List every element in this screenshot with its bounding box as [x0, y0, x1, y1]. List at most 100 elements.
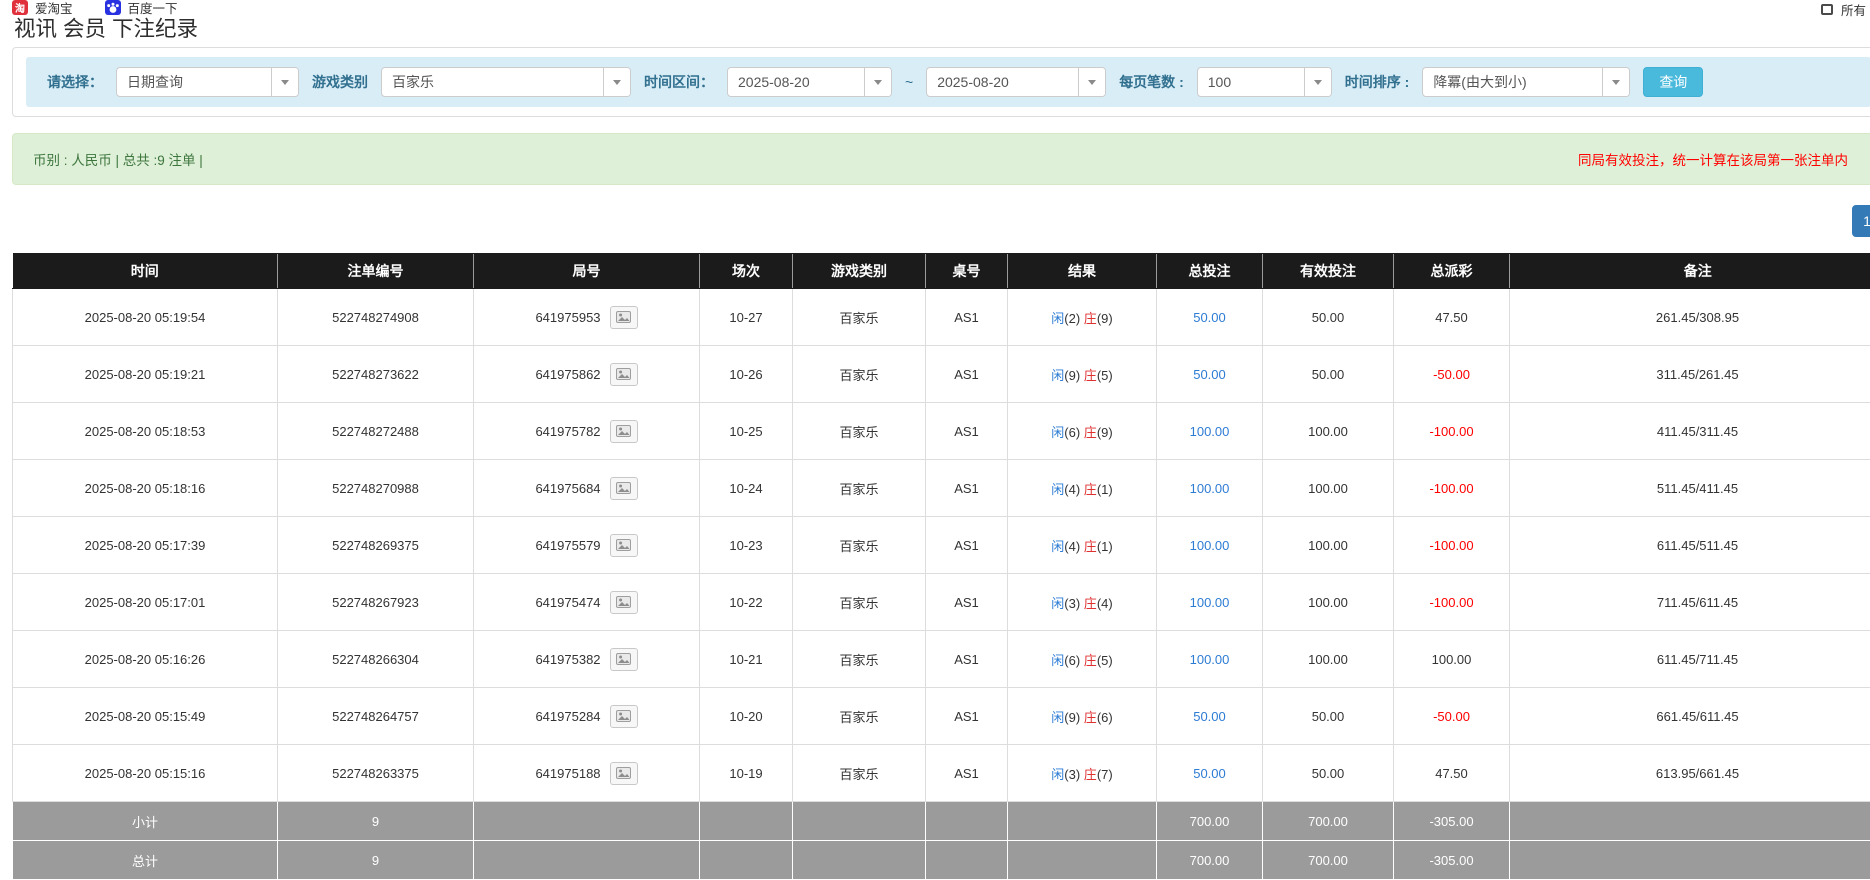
result-banker-points: (6)	[1097, 710, 1113, 725]
page-size-select[interactable]: 100	[1197, 67, 1332, 97]
cell-round: 641975474	[474, 574, 700, 631]
cell-session: 10-23	[700, 517, 793, 574]
cell-payout: 100.00	[1394, 631, 1510, 688]
video-replay-icon[interactable]	[610, 306, 638, 329]
cell-note: 261.45/308.95	[1510, 289, 1870, 346]
table-row: 2025-08-20 05:18:16522748270988641975684…	[13, 460, 1870, 517]
cell-round: 641975382	[474, 631, 700, 688]
table-row: 2025-08-20 05:19:54522748274908641975953…	[13, 289, 1870, 346]
chevron-down-icon	[1078, 68, 1105, 96]
search-button[interactable]: 查询	[1643, 67, 1703, 97]
video-replay-icon[interactable]	[610, 477, 638, 500]
result-banker: 庄	[1084, 767, 1097, 782]
cell-result: 闲(4) 庄(1)	[1008, 517, 1157, 574]
sort-order-label: 时间排序 :	[1345, 72, 1410, 92]
bookmarks-bar: 淘 爱淘宝 百度一下 所有	[12, 0, 1870, 17]
result-banker: 庄	[1084, 653, 1097, 668]
same-round-notice-text: 同局有效投注，统一计算在该局第一张注单内	[1578, 149, 1848, 169]
video-replay-icon[interactable]	[610, 591, 638, 614]
cell-table-no: AS1	[926, 574, 1008, 631]
chevron-down-icon	[1602, 68, 1629, 96]
cell-bet-id: 522748264757	[278, 688, 474, 745]
table-row: 2025-08-20 05:16:26522748266304641975382…	[13, 631, 1870, 688]
cell-payout: -50.00	[1394, 346, 1510, 403]
result-banker: 庄	[1084, 482, 1097, 497]
page-1-button[interactable]: 1	[1852, 205, 1870, 237]
cell-valid-bet: 50.00	[1263, 346, 1394, 403]
date-from-select[interactable]: 2025-08-20	[727, 67, 892, 97]
cell-session: 10-20	[700, 688, 793, 745]
cell-round: 641975579	[474, 517, 700, 574]
video-replay-icon[interactable]	[610, 762, 638, 785]
table-row: 2025-08-20 05:15:49522748264757641975284…	[13, 688, 1870, 745]
result-banker-points: (9)	[1097, 425, 1113, 440]
cell-session: 10-21	[700, 631, 793, 688]
cell-bet-id: 522748272488	[278, 403, 474, 460]
cell-bet-id: 522748270988	[278, 460, 474, 517]
table-body: 2025-08-20 05:19:54522748274908641975953…	[13, 289, 1870, 802]
cell-valid-bet: 50.00	[1263, 688, 1394, 745]
round-number: 641975953	[535, 310, 600, 325]
cell-bet-id: 522748263375	[278, 745, 474, 802]
cell-payout: -50.00	[1394, 688, 1510, 745]
cell-time: 2025-08-20 05:15:49	[13, 688, 278, 745]
total-bet-link[interactable]: 50.00	[1193, 367, 1226, 382]
cell-total-bet: 100.00	[1157, 574, 1263, 631]
cell-session: 10-26	[700, 346, 793, 403]
query-type-value: 日期查询	[117, 72, 271, 92]
query-type-select[interactable]: 日期查询	[116, 67, 299, 97]
time-range-label: 时间区间：	[644, 72, 714, 92]
video-replay-icon[interactable]	[610, 705, 638, 728]
result-banker-points: (9)	[1097, 311, 1113, 326]
cell-result: 闲(6) 庄(5)	[1008, 631, 1157, 688]
total-bet-link[interactable]: 50.00	[1193, 766, 1226, 781]
column-header: 场次	[700, 254, 793, 289]
cell-time: 2025-08-20 05:17:01	[13, 574, 278, 631]
cell-time: 2025-08-20 05:16:26	[13, 631, 278, 688]
result-player-points: (3)	[1064, 596, 1084, 611]
total-bet-link[interactable]: 100.00	[1190, 424, 1230, 439]
cell-result: 闲(2) 庄(9)	[1008, 289, 1157, 346]
footer-empty	[793, 802, 926, 841]
total-bet-link[interactable]: 50.00	[1193, 310, 1226, 325]
cell-table-no: AS1	[926, 289, 1008, 346]
cell-session: 10-25	[700, 403, 793, 460]
result-banker: 庄	[1084, 539, 1097, 554]
total-bet-link[interactable]: 50.00	[1193, 709, 1226, 724]
column-header: 注单编号	[278, 254, 474, 289]
video-replay-icon[interactable]	[610, 363, 638, 386]
footer-label: 小计	[13, 802, 278, 841]
footer-total-bet: 700.00	[1157, 802, 1263, 841]
cell-bet-id: 522748269375	[278, 517, 474, 574]
result-banker: 庄	[1084, 425, 1097, 440]
footer-count: 9	[278, 841, 474, 880]
cell-payout: -100.00	[1394, 403, 1510, 460]
cell-table-no: AS1	[926, 631, 1008, 688]
footer-empty	[474, 841, 700, 880]
date-to-value: 2025-08-20	[927, 74, 1078, 90]
total-bet-link[interactable]: 100.00	[1190, 652, 1230, 667]
total-bet-link[interactable]: 100.00	[1190, 481, 1230, 496]
footer-payout: -305.00	[1394, 802, 1510, 841]
total-bet-link[interactable]: 100.00	[1190, 595, 1230, 610]
video-replay-icon[interactable]	[610, 420, 638, 443]
tilde-separator: ~	[905, 74, 913, 90]
cell-time: 2025-08-20 05:17:39	[13, 517, 278, 574]
currency-total-text: 币别 : 人民币 | 总共 :9 注单 |	[33, 149, 203, 169]
result-player: 闲	[1051, 767, 1064, 782]
cell-note: 311.45/261.45	[1510, 346, 1870, 403]
cell-game-type: 百家乐	[793, 631, 926, 688]
cell-note: 613.95/661.45	[1510, 745, 1870, 802]
video-replay-icon[interactable]	[610, 534, 638, 557]
game-type-select[interactable]: 百家乐	[381, 67, 631, 97]
footer-valid-bet: 700.00	[1263, 841, 1394, 880]
cell-table-no: AS1	[926, 346, 1008, 403]
all-bookmarks[interactable]: 所有	[1821, 0, 1866, 19]
column-header: 局号	[474, 254, 700, 289]
date-to-select[interactable]: 2025-08-20	[926, 67, 1106, 97]
total-bet-link[interactable]: 100.00	[1190, 538, 1230, 553]
column-header: 有效投注	[1263, 254, 1394, 289]
video-replay-icon[interactable]	[610, 648, 638, 671]
cell-table-no: AS1	[926, 403, 1008, 460]
sort-order-select[interactable]: 降冪(由大到小)	[1422, 67, 1630, 97]
